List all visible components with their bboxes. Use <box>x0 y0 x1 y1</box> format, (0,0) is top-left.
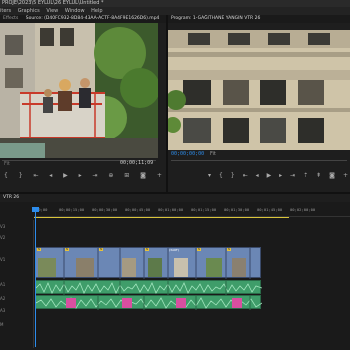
track-header-divider <box>33 220 34 348</box>
fx-badge[interactable]: fx <box>197 248 201 251</box>
mark-in-icon[interactable]: { <box>219 172 223 179</box>
ruler-label: 00;01;30;00 <box>224 207 250 212</box>
source-fit-dropdown[interactable]: Fit <box>4 161 10 167</box>
ruler-label: 00;02;00;00 <box>290 207 316 212</box>
timeline-tabbar: VTR 26 <box>0 194 350 202</box>
program-video-image <box>168 30 350 150</box>
play-icon[interactable]: ▶ <box>267 172 272 179</box>
audio-marker <box>66 298 76 308</box>
source-tabbar: Effects Source: (D40FC932-8D84-43AA-ACTF… <box>0 15 166 23</box>
menu-item-view[interactable]: View <box>46 8 58 14</box>
play-icon[interactable]: ▶ <box>63 172 68 179</box>
source-monitor-frame[interactable] <box>0 23 158 158</box>
ruler-label: 00;00;30;00 <box>92 207 118 212</box>
step-forward-icon[interactable]: ▸ <box>79 172 82 179</box>
source-controls-area: Fit 00;00;11;09 { } ⇤ ◂ ▶ ▸ ⇥ ⊕ ⊞ ◙ + <box>0 158 166 186</box>
audio-marker <box>176 298 186 308</box>
mark-out-icon[interactable]: } <box>231 172 235 179</box>
video-clip-thumbnails <box>38 248 251 279</box>
tab-source[interactable]: Source: (D40FC932-8D84-43AA-ACTF-8A4F9E1… <box>23 16 163 21</box>
program-transport: ▾ { } ⇤ ◂ ▶ ▸ ⇥ ⇡ ⇞ ◙ + <box>208 172 348 179</box>
menu-item-edit[interactable]: iters <box>0 8 11 14</box>
fx-badge[interactable]: fx <box>65 248 69 251</box>
fx-badge[interactable]: fx <box>145 248 149 251</box>
track-label-a1[interactable]: A1 <box>0 282 34 287</box>
audio-marker <box>232 298 242 308</box>
timeline-panel: 00;00 00;00;15;00 00;00;30;00 00;00;45;0… <box>0 202 350 350</box>
audio-marker <box>122 298 132 308</box>
playhead-handle[interactable] <box>32 207 39 212</box>
fx-badge[interactable]: fx <box>37 248 41 251</box>
overwrite-icon[interactable]: ⊞ <box>124 172 129 179</box>
ruler-label: 00;00;15;00 <box>59 207 85 212</box>
video-track-v1[interactable]: fx fx fx fx fx fx (3A6F) <box>35 247 261 279</box>
playhead[interactable] <box>35 207 36 347</box>
source-video-image <box>0 23 158 158</box>
step-forward-icon[interactable]: ▸ <box>279 172 282 179</box>
go-to-out-icon[interactable]: ⇥ <box>290 172 295 179</box>
ruler-label: 00;01;15;00 <box>191 207 217 212</box>
track-label-a3[interactable]: A3 <box>0 308 34 313</box>
marker-icon[interactable]: ▾ <box>208 172 211 179</box>
program-monitor-frame[interactable] <box>168 30 350 150</box>
menu-item-window[interactable]: Window <box>65 8 85 14</box>
tab-sequence[interactable]: VTR 26 <box>0 195 22 200</box>
track-label-v2[interactable]: V2 <box>0 235 34 240</box>
menu-item-graphics[interactable]: Graphics <box>18 8 40 14</box>
add-icon[interactable]: + <box>157 172 162 179</box>
go-to-in-icon[interactable]: ⇤ <box>243 172 248 179</box>
program-timecode[interactable]: 00;00;00;00 <box>171 151 204 157</box>
audio-track-a1[interactable] <box>35 280 262 295</box>
camera-icon[interactable]: ◙ <box>140 172 146 179</box>
add-icon[interactable]: + <box>343 172 348 179</box>
menu-item-help[interactable]: Help <box>91 8 102 14</box>
fx-badge[interactable]: fx <box>227 248 231 251</box>
timeline-ruler[interactable]: 00;00 00;00;15;00 00;00;30;00 00;00;45;0… <box>34 207 350 217</box>
step-back-icon[interactable]: ◂ <box>256 172 259 179</box>
mark-in-icon[interactable]: { <box>4 172 8 179</box>
track-label-v1[interactable]: V1 <box>0 257 34 262</box>
track-label-v3[interactable]: V3 <box>0 224 34 229</box>
lift-icon[interactable]: ⇡ <box>303 172 308 179</box>
window-title: PROJE\2023\5 EYLÜL\26 EYLÜL\Untitled * <box>0 0 350 7</box>
source-transport: { } ⇤ ◂ ▶ ▸ ⇥ ⊕ ⊞ ◙ + <box>4 172 162 179</box>
audio-waveform <box>36 281 262 295</box>
program-tabbar: Program: 1-GAĞITHANE YANGIN VTR 26 <box>168 15 350 23</box>
go-to-in-icon[interactable]: ⇤ <box>33 172 38 179</box>
track-label-a2[interactable]: A2 <box>0 296 34 301</box>
program-scrub-bar[interactable] <box>171 160 347 161</box>
fx-badge[interactable]: fx <box>99 248 103 251</box>
track-label-master[interactable]: M <box>0 322 34 327</box>
tab-effects[interactable]: Effects <box>0 16 21 21</box>
go-to-out-icon[interactable]: ⇥ <box>93 172 98 179</box>
extract-icon[interactable]: ⇞ <box>316 172 321 179</box>
insert-icon[interactable]: ⊕ <box>108 172 113 179</box>
camera-icon[interactable]: ◙ <box>329 172 335 179</box>
step-back-icon[interactable]: ◂ <box>49 172 52 179</box>
ruler-label: 00;01;00;00 <box>158 207 184 212</box>
program-fit-dropdown[interactable]: Fit <box>210 151 216 157</box>
source-timecode[interactable]: 00;00;11;09 <box>120 160 153 166</box>
audio-track-a2[interactable] <box>35 295 262 310</box>
menu-bar: iters Graphics View Window Help <box>0 7 350 15</box>
mark-out-icon[interactable]: } <box>19 172 23 179</box>
ruler-label: 00;01;45;00 <box>257 207 283 212</box>
video-clip-label: (3A6F) <box>169 248 179 252</box>
program-controls-area: 00;00;00;00 Fit ▾ { } ⇤ ◂ ▶ ▸ ⇥ ⇡ ⇞ ◙ + <box>168 150 350 192</box>
work-area-bar[interactable] <box>34 217 289 218</box>
ruler-label: 00;00;45;00 <box>125 207 151 212</box>
tab-program[interactable]: Program: 1-GAĞITHANE YANGIN VTR 26 <box>168 16 263 21</box>
